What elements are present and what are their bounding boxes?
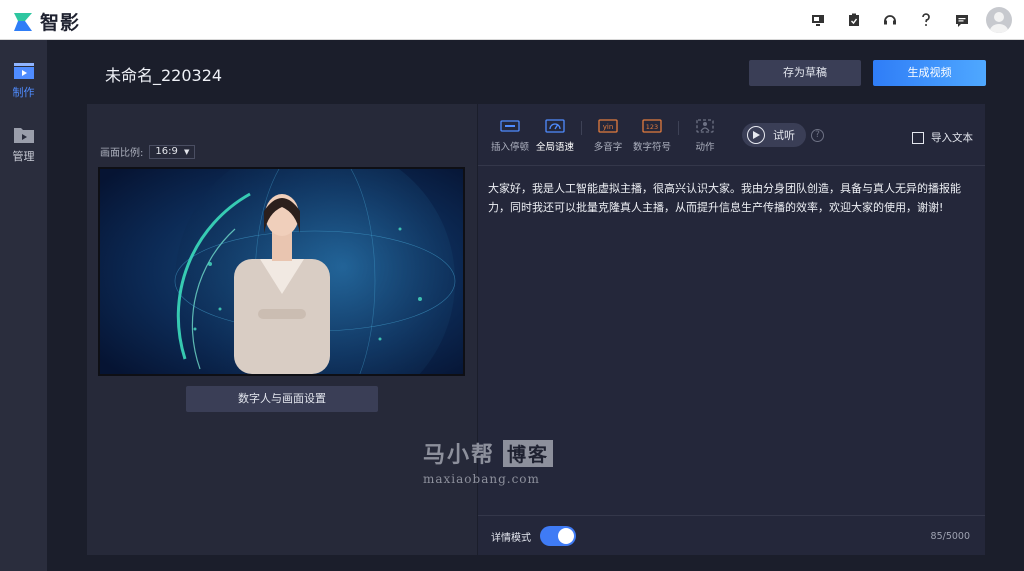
avatar-settings-button[interactable]: 数字人与画面设置 bbox=[186, 386, 378, 412]
help-icon[interactable]: ? bbox=[811, 129, 824, 142]
ratio-value: 16:9 bbox=[155, 145, 178, 157]
tool-label: 多音字 bbox=[593, 142, 623, 153]
save-draft-button[interactable]: 存为草稿 bbox=[749, 60, 861, 86]
polyphone-tool[interactable]: yin 多音字 bbox=[585, 119, 631, 153]
watermark-cn: 马小帮 博客 bbox=[423, 437, 554, 469]
project-title[interactable]: 未命名_220324 bbox=[105, 62, 222, 86]
import-text-button[interactable]: 导入文本 bbox=[912, 130, 973, 145]
avatar[interactable] bbox=[986, 7, 1012, 33]
monitor-icon[interactable] bbox=[800, 6, 836, 34]
chevron-down-icon: ▼ bbox=[184, 147, 190, 156]
gesture-icon bbox=[696, 119, 714, 133]
top-bar: 智影 bbox=[0, 0, 1024, 40]
toolbar-divider bbox=[678, 121, 679, 135]
number-symbol-icon: 123 bbox=[642, 119, 662, 133]
listen-label: 试听 bbox=[773, 129, 795, 142]
nav-item-create[interactable]: 制作 bbox=[0, 50, 47, 110]
watermark: 马小帮 博客 maxiaobang.com bbox=[423, 437, 554, 486]
logo-icon bbox=[14, 12, 32, 31]
number-symbol-tool[interactable]: 123 数字符号 bbox=[629, 119, 675, 153]
tool-label: 插入停顿 bbox=[490, 142, 529, 153]
watermark-en: maxiaobang.com bbox=[423, 472, 540, 486]
import-label: 导入文本 bbox=[931, 132, 973, 144]
script-toolbar: 插入停顿 全局语速 yin 多音字 123 数字符号 动作 试听 ? 导入文本 bbox=[478, 104, 985, 166]
video-preview[interactable] bbox=[98, 167, 465, 376]
nav-item-manage[interactable]: 管理 bbox=[0, 114, 47, 174]
ratio-row: 画面比例: 16:9 ▼ bbox=[100, 144, 196, 159]
ratio-select[interactable]: 16:9 ▼ bbox=[149, 144, 196, 159]
app-logo[interactable]: 智影 bbox=[12, 8, 80, 35]
generate-video-button[interactable]: 生成视频 bbox=[873, 60, 986, 86]
detail-mode-label: 详情模式 bbox=[491, 533, 531, 544]
watermark-cn-box: 博客 bbox=[503, 439, 554, 467]
ratio-label: 画面比例: bbox=[100, 148, 144, 159]
speed-gauge-icon bbox=[545, 119, 565, 133]
preview-listen-button[interactable]: 试听 bbox=[742, 123, 806, 147]
clapperboard-icon bbox=[13, 63, 34, 79]
tool-label: 动作 bbox=[695, 142, 715, 153]
folder-icon bbox=[13, 128, 34, 143]
preview-image bbox=[100, 169, 463, 374]
canvas-panel: 画面比例: 16:9 ▼ 数字人与画面设置 bbox=[87, 104, 477, 555]
insert-pause-tool[interactable]: 插入停顿 bbox=[487, 119, 533, 153]
editor-footer: 详情模式 85/5000 bbox=[478, 515, 985, 555]
nav-item-label: 制作 bbox=[12, 86, 35, 99]
tool-label: 数字符号 bbox=[632, 142, 671, 153]
tool-label: 全局语速 bbox=[535, 142, 574, 153]
pinyin-icon: yin bbox=[598, 119, 618, 133]
toggle-knob bbox=[558, 528, 574, 544]
svg-text:123: 123 bbox=[646, 123, 658, 131]
app-name: 智影 bbox=[40, 12, 81, 34]
char-counter: 85/5000 bbox=[930, 531, 970, 542]
play-icon bbox=[747, 126, 765, 144]
headset-icon[interactable] bbox=[872, 6, 908, 34]
svg-text:yin: yin bbox=[603, 123, 614, 131]
help-icon[interactable] bbox=[908, 6, 944, 34]
gesture-tool[interactable]: 动作 bbox=[682, 119, 728, 153]
detail-mode-toggle[interactable] bbox=[540, 526, 576, 546]
left-nav: 制作 管理 bbox=[0, 40, 47, 571]
import-icon bbox=[912, 131, 924, 144]
nav-item-label: 管理 bbox=[12, 150, 35, 163]
script-editor[interactable]: 大家好，我是人工智能虚拟主播，很高兴认识大家。我由分身团队创造，具备与真人无异的… bbox=[488, 179, 975, 217]
message-icon[interactable] bbox=[944, 6, 980, 34]
clipboard-icon[interactable] bbox=[836, 6, 872, 34]
pause-insert-icon bbox=[500, 120, 520, 132]
script-panel: 插入停顿 全局语速 yin 多音字 123 数字符号 动作 试听 ? 导入文本 bbox=[478, 104, 985, 555]
toolbar-divider bbox=[581, 121, 582, 135]
watermark-cn-text: 马小帮 bbox=[423, 442, 496, 468]
top-icon-bar bbox=[800, 6, 1012, 34]
global-speed-tool[interactable]: 全局语速 bbox=[532, 119, 578, 153]
